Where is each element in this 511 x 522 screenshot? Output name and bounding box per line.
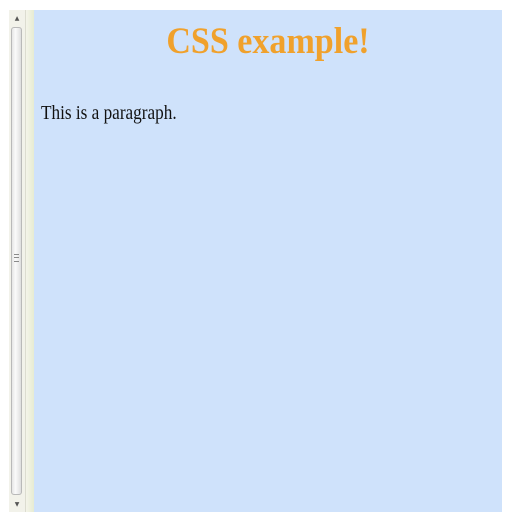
scroll-up-button[interactable]: ▲ <box>10 10 24 26</box>
arrow-up-icon: ▲ <box>14 14 20 22</box>
scroll-thumb[interactable] <box>11 27 22 495</box>
paragraph-text: This is a paragraph. <box>41 102 177 124</box>
page-heading: CSS example! <box>166 21 370 62</box>
arrow-down-icon: ▼ <box>14 500 20 508</box>
grip-icon <box>14 254 19 262</box>
browser-frame: ▲ ▼ CSS example! This is a paragraph. <box>9 10 502 512</box>
scroll-down-button[interactable]: ▼ <box>10 496 24 512</box>
vertical-scrollbar[interactable]: ▲ ▼ <box>9 10 26 512</box>
page-content: CSS example! This is a paragraph. <box>34 10 502 512</box>
pane-divider <box>26 10 34 512</box>
